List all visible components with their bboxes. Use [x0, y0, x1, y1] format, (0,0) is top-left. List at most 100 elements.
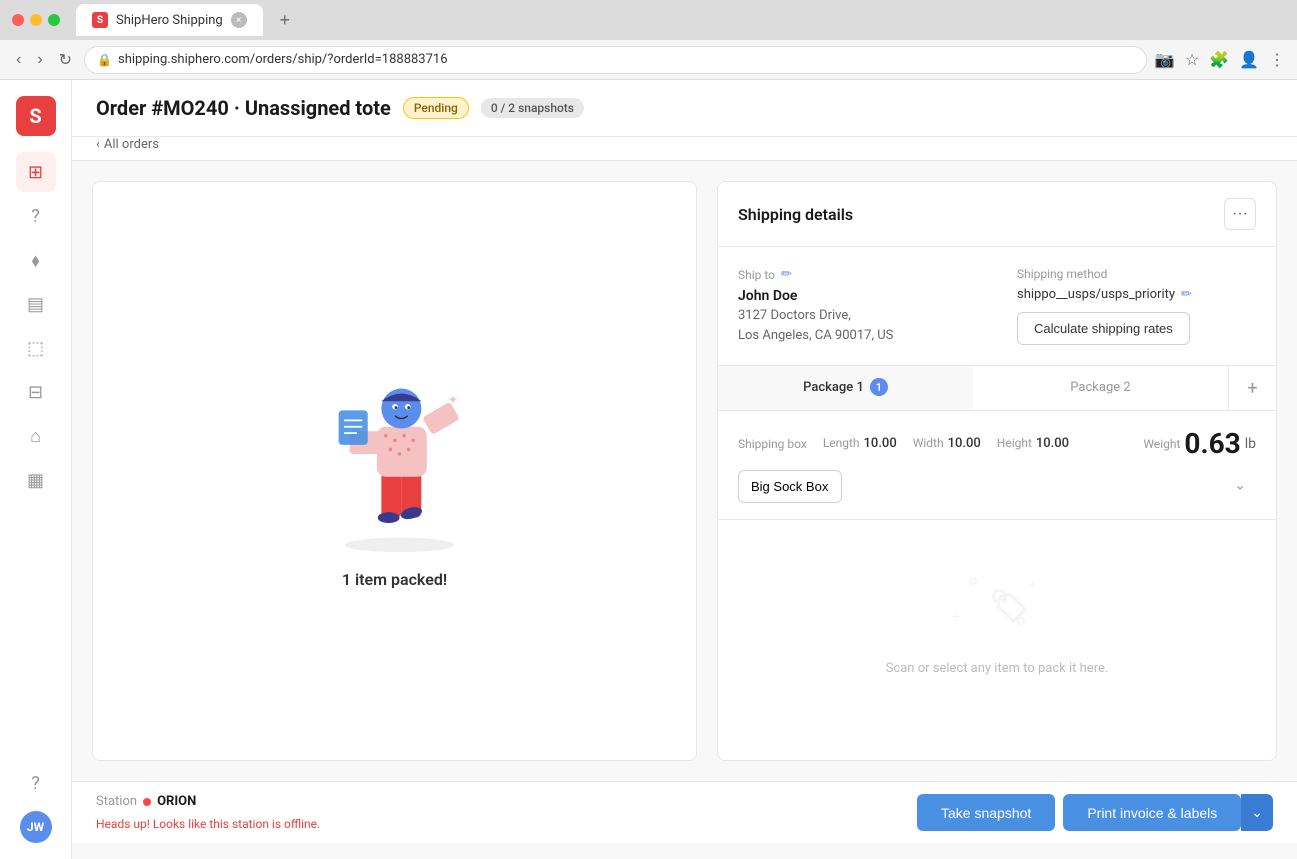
- sidebar-item-shipping[interactable]: ⬚: [16, 328, 56, 368]
- print-invoice-button[interactable]: Print invoice & labels: [1063, 794, 1241, 831]
- edit-method-icon[interactable]: ✏: [1181, 287, 1192, 302]
- tag-icon: ⬧: [31, 250, 39, 271]
- tab-package-2-label: Package 2: [1070, 380, 1130, 395]
- avatar[interactable]: JW: [20, 811, 52, 843]
- length-label: Length: [823, 436, 860, 450]
- height-label: Height: [997, 436, 1032, 450]
- scan-text: Scan or select any item to pack it here.: [886, 661, 1109, 676]
- print-dropdown-button[interactable]: ⌄: [1241, 794, 1273, 831]
- packed-text: 1 item packed!: [342, 570, 447, 589]
- browser-titlebar: S ShipHero Shipping × +: [0, 0, 1297, 40]
- lock-icon: 🔒: [97, 53, 112, 67]
- sidebar-item-inventory[interactable]: ⊟: [16, 372, 56, 412]
- refresh-nav-button[interactable]: ↻: [55, 46, 76, 74]
- main-content: Order #MO240 · Unassigned tote Pending 0…: [72, 80, 1297, 859]
- scan-placeholder-icon: 🏷 + +: [947, 565, 1047, 645]
- station-name: ORION: [157, 794, 196, 809]
- sidebar-item-warehouse[interactable]: ⌂: [16, 416, 56, 456]
- add-package-button[interactable]: +: [1228, 366, 1276, 410]
- ship-to-label: Ship to ✏: [738, 267, 977, 282]
- sidebar-item-tags[interactable]: ⬧: [16, 240, 56, 280]
- app-logo[interactable]: S: [16, 96, 56, 136]
- box-select-wrapper[interactable]: Big Sock Box: [738, 470, 1256, 503]
- maximize-button[interactable]: [48, 14, 60, 26]
- page-header: Order #MO240 · Unassigned tote Pending 0…: [72, 80, 1297, 137]
- address-line1: 3127 Doctors Drive,: [738, 306, 977, 326]
- sidebar-item-help[interactable]: ?: [16, 196, 56, 236]
- back-link[interactable]: ‹ All orders: [72, 137, 1297, 160]
- height-dim: Height 10.00: [997, 436, 1069, 451]
- illustration: ✦: [305, 354, 485, 554]
- length-dim: Length 10.00: [823, 436, 897, 451]
- inventory-icon: ⊟: [28, 382, 43, 403]
- box-dimensions-row: Shipping box Length 10.00 Width 10.00: [738, 427, 1256, 460]
- orders-icon: ▤: [27, 294, 44, 315]
- ship-to-section: Ship to ✏ John Doe 3127 Doctors Drive, L…: [738, 267, 977, 345]
- shipping-method-section: Shipping method shippo__usps/usps_priori…: [1017, 267, 1256, 345]
- address-bar[interactable]: 🔒 shipping.shiphero.com/orders/ship/?ord…: [84, 46, 1147, 74]
- svg-text:✦: ✦: [447, 393, 458, 408]
- more-options-button[interactable]: ···: [1224, 198, 1256, 230]
- weight-unit: lb: [1245, 436, 1256, 452]
- back-nav-button[interactable]: ‹: [12, 47, 25, 73]
- support-icon: ?: [31, 773, 40, 794]
- take-snapshot-button[interactable]: Take snapshot: [917, 794, 1055, 831]
- shipping-method-value: shippo__usps/usps_priority ✏: [1017, 287, 1256, 302]
- tab-title: ShipHero Shipping: [116, 13, 223, 28]
- camera-icon[interactable]: 📷: [1155, 50, 1175, 69]
- page-title: Order #MO240 · Unassigned tote: [96, 96, 391, 120]
- minimize-button[interactable]: [30, 14, 42, 26]
- weight-label: Weight: [1143, 437, 1180, 451]
- tab-close-icon[interactable]: ×: [231, 12, 247, 28]
- sidebar-item-dashboard[interactable]: ⊞: [16, 152, 56, 192]
- new-tab-button[interactable]: +: [271, 6, 299, 34]
- footer-actions: Take snapshot Print invoice & labels ⌄: [917, 794, 1273, 831]
- bookmark-icon[interactable]: ☆: [1185, 50, 1199, 69]
- close-button[interactable]: [12, 14, 24, 26]
- shipping-info: Ship to ✏ John Doe 3127 Doctors Drive, L…: [718, 247, 1276, 366]
- extensions-icon[interactable]: 🧩: [1209, 50, 1229, 69]
- package-1-count: 1: [870, 378, 888, 396]
- browser-tab[interactable]: S ShipHero Shipping ×: [76, 4, 263, 36]
- toolbar-icons: 📷 ☆ 🧩 👤 ⋮: [1155, 50, 1285, 69]
- edit-ship-to-icon[interactable]: ✏: [781, 267, 792, 282]
- panel-header: Shipping details ···: [718, 182, 1276, 247]
- content-area: ✦ 1 item packed! Shipping details ···: [72, 161, 1297, 781]
- sidebar-item-orders[interactable]: ▤: [16, 284, 56, 324]
- traffic-lights: [12, 14, 60, 26]
- shipping-icon: ⬚: [27, 338, 44, 359]
- tab-package-1[interactable]: Package 1 1: [718, 366, 973, 410]
- profile-icon[interactable]: 👤: [1239, 50, 1259, 69]
- sidebar: S ⊞ ? ⬧ ▤ ⬚ ⊟ ⌂ ▦: [0, 80, 72, 859]
- station-label: Station: [96, 794, 137, 809]
- width-dim: Width 10.00: [913, 436, 981, 451]
- station-row: Station ORION: [96, 794, 196, 809]
- status-badge-pending: Pending: [403, 97, 469, 119]
- width-value: 10.00: [948, 436, 981, 451]
- shipping-box-section: Shipping box Length 10.00 Width 10.00: [718, 411, 1276, 520]
- customer-address: 3127 Doctors Drive, Los Angeles, CA 9001…: [738, 306, 977, 345]
- status-badge-snapshots: 0 / 2 snapshots: [481, 98, 584, 118]
- length-value: 10.00: [864, 436, 897, 451]
- sidebar-item-support[interactable]: ?: [16, 763, 56, 803]
- offline-message: Heads up! Looks like this station is off…: [96, 817, 320, 831]
- tab-favicon: S: [92, 12, 108, 28]
- right-panel: Shipping details ··· Ship to ✏ John Doe: [717, 181, 1277, 761]
- reports-icon: ▦: [27, 470, 44, 491]
- menu-icon[interactable]: ⋮: [1269, 50, 1285, 69]
- tab-package-1-label: Package 1: [803, 380, 864, 395]
- forward-nav-button[interactable]: ›: [33, 47, 46, 73]
- app-footer: Station ORION Heads up! Looks like this …: [72, 781, 1297, 843]
- box-select[interactable]: Big Sock Box: [738, 470, 842, 503]
- back-chevron-icon: ‹: [96, 137, 100, 152]
- box-dimensions: Length 10.00 Width 10.00 Height 10.00: [823, 436, 1069, 451]
- svg-text:🏷: 🏷: [989, 587, 1030, 625]
- tab-package-2[interactable]: Package 2: [973, 366, 1228, 410]
- svg-text:+: +: [953, 610, 960, 625]
- add-package-icon: +: [1247, 378, 1257, 399]
- station-status-dot: [143, 798, 151, 806]
- sidebar-item-reports[interactable]: ▦: [16, 460, 56, 500]
- calculate-shipping-button[interactable]: Calculate shipping rates: [1017, 312, 1190, 345]
- print-button-wrapper: Print invoice & labels ⌄: [1063, 794, 1273, 831]
- back-link-text: All orders: [104, 137, 159, 152]
